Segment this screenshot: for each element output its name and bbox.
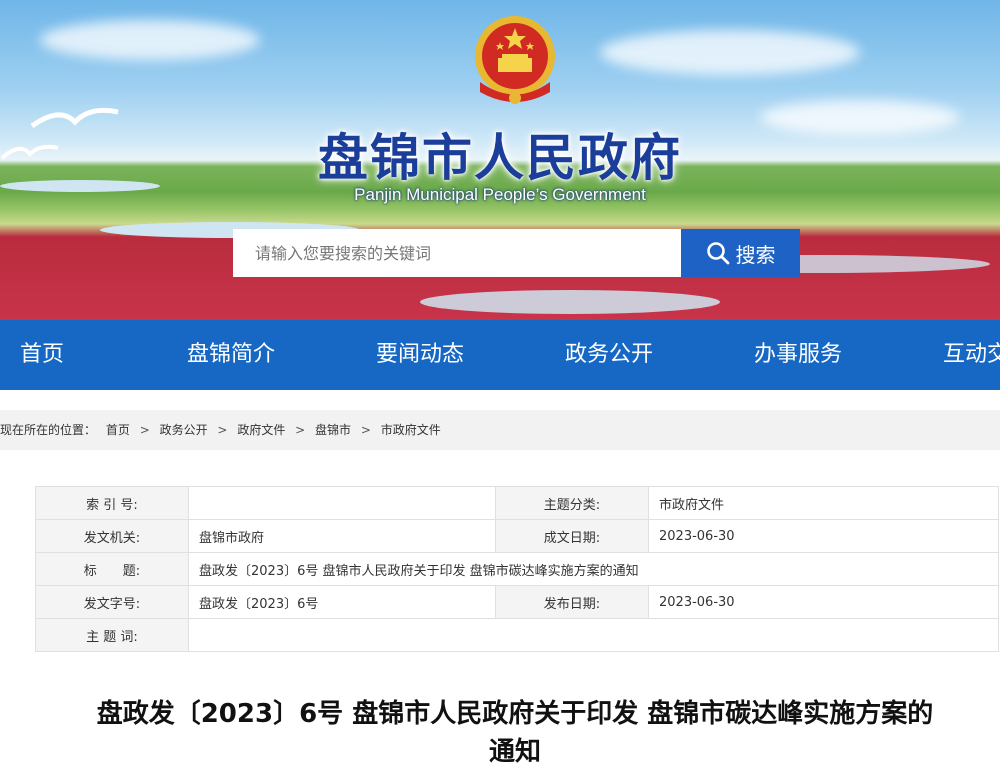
breadcrumb-item-panjin[interactable]: 盘锦市	[315, 410, 351, 450]
breadcrumb-item-city-docs[interactable]: 市政府文件	[381, 410, 441, 450]
nav-item-services[interactable]: 办事服务	[754, 320, 842, 390]
document-title-line-1: 盘政发〔2023〕6号 盘锦市人民政府关于印发 盘锦市碳达峰实施方案的	[96, 699, 934, 729]
published-date-label: 发布日期:	[495, 585, 649, 619]
national-emblem-icon	[475, 16, 555, 104]
title-value: 盘政发〔2023〕6号 盘锦市人民政府关于印发 盘锦市碳达峰实施方案的通知	[188, 552, 999, 586]
document-title: 盘政发〔2023〕6号 盘锦市人民政府关于印发 盘锦市碳达峰实施方案的 通知	[20, 695, 1000, 771]
created-date-label: 成文日期:	[495, 519, 649, 553]
breadcrumb-item-gov-docs[interactable]: 政府文件	[237, 410, 285, 450]
table-row: 发文机关: 盘锦市政府 成文日期: 2023-06-30	[35, 519, 999, 553]
published-date-value: 2023-06-30	[648, 585, 999, 619]
river	[420, 290, 720, 314]
site-subtitle: Panjin Municipal People’s Government	[354, 185, 646, 204]
breadcrumb: 现在所在的位置： 首页 > 政务公开 > 政府文件 > 盘锦市 > 市政府文件	[0, 410, 1000, 450]
cloud	[40, 20, 260, 60]
cloud	[600, 30, 860, 75]
keywords-value	[188, 618, 999, 652]
index-number-value	[188, 486, 496, 520]
breadcrumb-prefix: 现在所在的位置：	[0, 423, 97, 437]
doc-number-value: 盘政发〔2023〕6号	[188, 585, 496, 619]
keywords-label: 主 题 词:	[35, 618, 189, 652]
search-button[interactable]: 搜索	[681, 229, 800, 277]
search-icon	[706, 242, 729, 265]
document-title-line-2: 通知	[488, 737, 541, 767]
nav-item-home[interactable]: 首页	[20, 320, 64, 390]
breadcrumb-item-home[interactable]: 首页	[106, 410, 130, 450]
header-banner: 盘锦市人民政府 Panjin Municipal People’s Govern…	[0, 0, 1000, 320]
table-row: 标 题: 盘政发〔2023〕6号 盘锦市人民政府关于印发 盘锦市碳达峰实施方案的…	[35, 552, 999, 586]
search-button-label: 搜索	[735, 242, 776, 267]
table-row: 索 引 号: 主题分类: 市政府文件	[35, 486, 999, 520]
nav-item-interaction[interactable]: 互动交流	[943, 320, 1000, 390]
issuer-label: 发文机关:	[35, 519, 189, 553]
search-input[interactable]	[233, 229, 681, 277]
site-title: 盘锦市人民政府	[318, 129, 682, 187]
breadcrumb-separator: >	[217, 423, 228, 437]
category-label: 主题分类:	[495, 486, 649, 520]
nav-item-gov-affairs[interactable]: 政务公开	[565, 320, 653, 390]
doc-number-label: 发文字号:	[35, 585, 189, 619]
table-row: 发文字号: 盘政发〔2023〕6号 发布日期: 2023-06-30	[35, 585, 999, 619]
table-row: 主 题 词:	[35, 618, 999, 652]
index-number-label: 索 引 号:	[35, 486, 189, 520]
breadcrumb-separator: >	[139, 423, 150, 437]
title-label: 标 题:	[35, 552, 189, 586]
created-date-value: 2023-06-30	[648, 519, 999, 553]
main-nav: 首页 盘锦简介 要闻动态 政务公开 办事服务 互动交流	[0, 320, 1000, 390]
nav-item-news[interactable]: 要闻动态	[376, 320, 464, 390]
breadcrumb-separator: >	[295, 423, 306, 437]
breadcrumb-item-gov-affairs[interactable]: 政务公开	[160, 410, 208, 450]
document-info-table: 索 引 号: 主题分类: 市政府文件 发文机关: 盘锦市政府 成文日期: 202…	[35, 486, 999, 652]
category-value: 市政府文件	[648, 486, 999, 520]
nav-item-about[interactable]: 盘锦简介	[187, 320, 275, 390]
issuer-value: 盘锦市政府	[188, 519, 496, 553]
breadcrumb-separator: >	[360, 423, 371, 437]
